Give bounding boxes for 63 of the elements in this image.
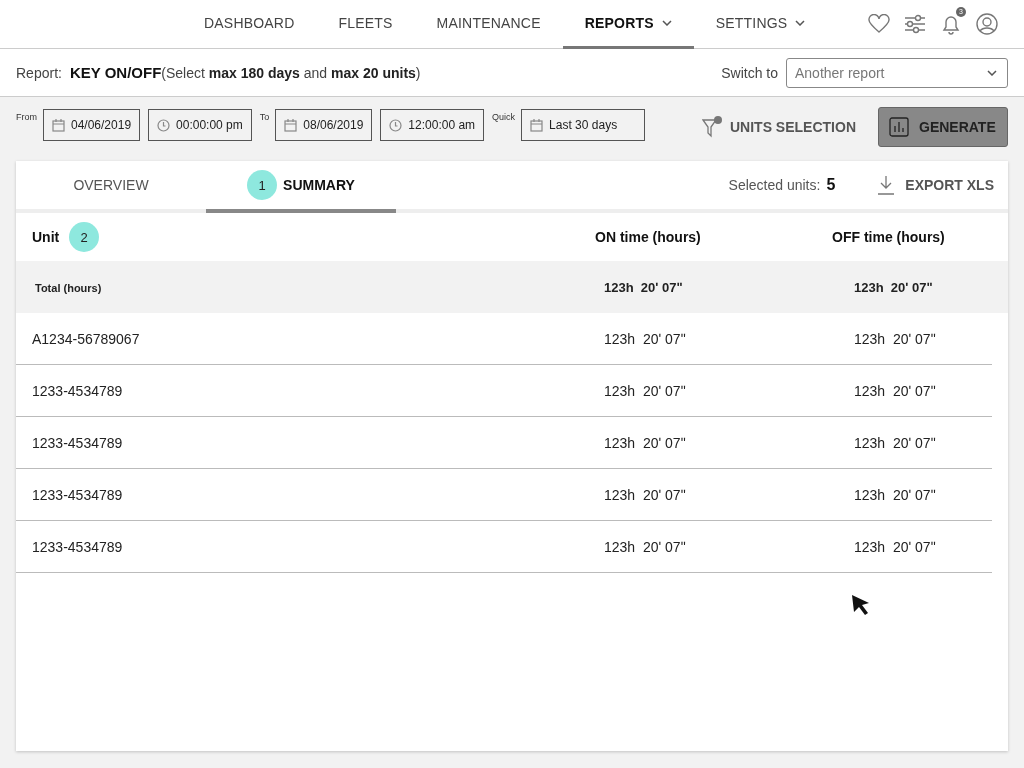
download-icon	[877, 175, 896, 195]
table-cell: 123h 20ʹ 07ʺ	[604, 330, 686, 347]
clock-icon	[157, 118, 171, 132]
step-badge: 2	[69, 222, 100, 252]
report-note: (Select max 180 days and max 20 units)	[161, 64, 421, 81]
step-badge: 1	[247, 170, 278, 200]
filter-label: Quick	[492, 112, 516, 124]
cursor-icon	[851, 594, 871, 616]
nav-tab[interactable]: SETTINGS	[693, 0, 828, 49]
table-cell: 1233-4534789	[32, 382, 123, 399]
total-cell: 123h 20ʹ 07ʺ	[854, 279, 933, 295]
selected-units-count: 5	[826, 176, 836, 194]
nav-tab[interactable]: DASHBOARD	[182, 0, 317, 49]
table-cell: 1233-4534789	[32, 486, 123, 503]
calendar-icon	[530, 118, 544, 132]
tab[interactable]: OVERVIEW	[16, 161, 206, 213]
time-field[interactable]: 00:00:00 pm	[148, 109, 252, 141]
time-field[interactable]: 12:00:00 am	[380, 109, 485, 141]
generate-button[interactable]: GENERATE	[878, 107, 1008, 147]
column-header: ON time (hours)	[595, 229, 701, 245]
chevron-down-icon	[661, 20, 672, 26]
table-cell: 123h 20ʹ 07ʺ	[854, 382, 936, 399]
report-name: KEY ON/OFF	[69, 64, 162, 81]
date-field[interactable]: 08/06/2019	[275, 109, 373, 141]
filter-icon	[702, 116, 724, 138]
table-cell: 1233-4534789	[32, 434, 123, 451]
chevron-down-icon	[987, 69, 997, 76]
table-cell: 1233-4534789	[32, 538, 123, 555]
table-cell: A1234-56789067	[32, 330, 140, 347]
column-header: Unit	[32, 229, 60, 245]
report-dropdown[interactable]: Another report	[786, 57, 1008, 88]
chevron-down-icon	[795, 20, 806, 26]
calendar-icon	[52, 118, 65, 132]
date-field[interactable]: 04/06/2019	[43, 109, 141, 141]
selected-units-label: Selected units:	[728, 177, 821, 193]
table-cell: 123h 20ʹ 07ʺ	[854, 434, 936, 451]
table-cell: 123h 20ʹ 07ʺ	[604, 538, 686, 555]
nav-tab[interactable]: MAINTENANCE	[414, 0, 563, 49]
table-cell: 123h 20ʹ 07ʺ	[854, 538, 936, 555]
report-label: Report:	[16, 64, 62, 81]
filter-label: To	[259, 112, 270, 124]
table-cell: 123h 20ʹ 07ʺ	[604, 382, 686, 399]
table-cell: 123h 20ʹ 07ʺ	[854, 486, 936, 503]
user-avatar-icon[interactable]	[976, 13, 998, 35]
heart-icon[interactable]	[868, 14, 890, 34]
date-field[interactable]: Last 30 days	[521, 109, 646, 141]
bar-chart-icon	[889, 117, 909, 137]
sliders-icon[interactable]	[904, 14, 926, 34]
total-cell: 123h 20ʹ 07ʺ	[604, 279, 683, 295]
column-header: OFF time (hours)	[832, 229, 945, 245]
units-selection-button[interactable]: UNITS SELECTION	[696, 115, 862, 139]
switch-label: Switch to	[721, 64, 778, 81]
table-cell: 123h 20ʹ 07ʺ	[604, 486, 686, 503]
bell-icon[interactable]	[940, 13, 962, 35]
calendar-icon	[284, 118, 298, 132]
export-xls-button[interactable]: EXPORT XLS	[871, 161, 1008, 209]
total-cell-text: Total (hours)	[34, 281, 102, 294]
table-cell: 123h 20ʹ 07ʺ	[854, 330, 936, 347]
table-cell: 123h 20ʹ 07ʺ	[604, 434, 686, 451]
tab[interactable]: 1 SUMMARY	[206, 161, 396, 213]
clock-icon	[389, 118, 403, 132]
nav-tab[interactable]: FLEETS	[316, 0, 415, 49]
filter-label: From	[16, 112, 37, 124]
